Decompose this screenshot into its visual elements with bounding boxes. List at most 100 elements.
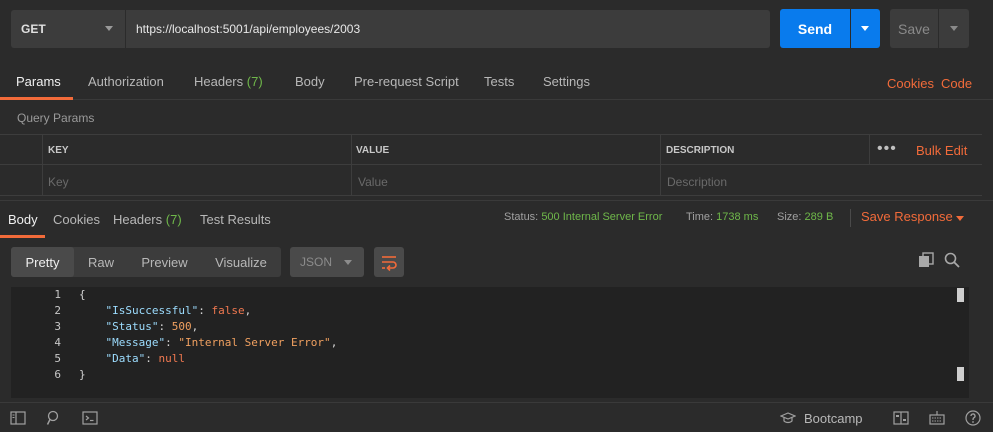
- code-line: 4 "Message": "Internal Server Error",: [11, 335, 969, 351]
- bootcamp-icon: [780, 412, 796, 424]
- console-icon[interactable]: [82, 410, 98, 426]
- code-line: 1 {: [11, 287, 969, 303]
- divider: [850, 209, 851, 227]
- find-icon[interactable]: [46, 410, 62, 426]
- two-pane-view-icon[interactable]: [893, 410, 909, 426]
- bootcamp-link[interactable]: Bootcamp: [804, 411, 863, 426]
- description-column-header: DESCRIPTION: [666, 145, 735, 156]
- chevron-down-icon: [105, 26, 113, 31]
- keyboard-shortcuts-icon[interactable]: [929, 410, 945, 426]
- tab-settings[interactable]: Settings: [543, 74, 590, 89]
- tab-tests[interactable]: Tests: [484, 74, 514, 89]
- code-text: }: [79, 368, 86, 381]
- view-tab-preview[interactable]: Preview: [128, 247, 201, 277]
- description-input[interactable]: Description: [667, 175, 727, 189]
- view-tab-visualize[interactable]: Visualize: [201, 247, 281, 277]
- active-response-tab-indicator: [0, 235, 45, 238]
- method-select[interactable]: GET: [11, 10, 125, 48]
- response-body-editor[interactable]: 1 { 2 "IsSuccessful": false, 3 "Status":…: [11, 287, 969, 398]
- wrap-lines-icon: [382, 256, 397, 272]
- url-input[interactable]: https://localhost:5001/api/employees/200…: [126, 10, 770, 48]
- format-select[interactable]: JSON: [290, 247, 364, 277]
- line-number: 5: [54, 352, 61, 365]
- tab-headers-count: (7): [246, 74, 263, 89]
- save-button[interactable]: Save: [890, 9, 938, 48]
- tab-pre-request-script[interactable]: Pre-request Script: [354, 74, 459, 89]
- status-value: 500 Internal Server Error: [541, 211, 663, 223]
- column-divider: [42, 135, 43, 196]
- cookies-link[interactable]: Cookies: [887, 76, 934, 91]
- column-divider: [869, 135, 870, 165]
- time-readout: Time: 1738 ms: [686, 211, 758, 223]
- request-tabs: Params Authorization Headers (7) Body Pr…: [0, 66, 993, 100]
- method-value: GET: [21, 22, 46, 36]
- active-tab-indicator: [0, 97, 73, 100]
- key-column-header: KEY: [48, 145, 69, 156]
- view-tab-pretty[interactable]: Pretty: [11, 247, 74, 277]
- help-icon[interactable]: [965, 410, 981, 426]
- json-key: "Status": [105, 320, 159, 333]
- value-column-header: VALUE: [356, 145, 390, 156]
- line-number: 1: [54, 288, 61, 301]
- chevron-down-icon[interactable]: [956, 216, 964, 221]
- save-response-button[interactable]: Save Response: [861, 209, 953, 224]
- json-value: 500: [171, 320, 192, 333]
- search-icon[interactable]: [944, 252, 960, 268]
- tab-authorization[interactable]: Authorization: [88, 74, 164, 89]
- send-options-button[interactable]: [851, 9, 880, 48]
- status-label: Status:: [504, 211, 539, 223]
- status-readout: Status: 500 Internal Server Error: [504, 211, 662, 223]
- chevron-down-icon: [344, 260, 352, 265]
- query-params-table: KEY VALUE DESCRIPTION ••• Bulk Edit Key …: [0, 134, 982, 196]
- bulk-edit-link[interactable]: Bulk Edit: [916, 143, 967, 158]
- scrollbar-marker[interactable]: [957, 367, 964, 381]
- url-value: https://localhost:5001/api/employees/200…: [136, 22, 361, 36]
- code-text: {: [79, 288, 86, 301]
- column-divider: [660, 135, 661, 196]
- sidebar-toggle-icon[interactable]: [10, 410, 26, 426]
- json-punct: ,: [244, 304, 252, 317]
- json-value: false: [211, 304, 245, 317]
- request-bar: GET https://localhost:5001/api/employees…: [0, 0, 993, 58]
- copy-icon[interactable]: [918, 252, 934, 268]
- view-mode-tabs: Pretty Raw Preview Visualize: [11, 247, 281, 277]
- response-tab-cookies[interactable]: Cookies: [53, 212, 100, 227]
- json-key: "Data": [105, 352, 146, 365]
- response-bar: Body Cookies Headers (7) Test Results St…: [0, 200, 993, 238]
- tab-headers[interactable]: Headers (7): [194, 74, 263, 89]
- json-value: "Internal Server Error": [178, 336, 331, 349]
- tab-params[interactable]: Params: [16, 74, 61, 89]
- tab-body[interactable]: Body: [295, 74, 325, 89]
- query-params-header-row: [0, 135, 982, 165]
- line-number: 4: [54, 336, 61, 349]
- json-key: "IsSuccessful": [105, 304, 199, 317]
- json-punct: ,: [330, 336, 338, 349]
- save-options-button[interactable]: [939, 9, 969, 48]
- size-label: Size:: [777, 211, 802, 223]
- value-input[interactable]: Value: [358, 175, 388, 189]
- line-number: 3: [54, 320, 61, 333]
- column-divider: [351, 135, 352, 196]
- response-tab-body[interactable]: Body: [8, 212, 38, 227]
- response-tab-headers[interactable]: Headers (7): [113, 212, 182, 227]
- more-options-icon[interactable]: •••: [877, 140, 897, 158]
- line-number: 2: [54, 304, 61, 317]
- query-params-title: Query Params: [17, 111, 95, 125]
- scrollbar-marker[interactable]: [957, 288, 964, 302]
- time-label: Time:: [686, 211, 714, 223]
- response-tab-test-results[interactable]: Test Results: [200, 212, 271, 227]
- code-text: "Data": null: [105, 352, 186, 365]
- response-tab-headers-label: Headers: [113, 212, 163, 227]
- code-line: 3 "Status": 500,: [11, 319, 969, 335]
- view-tab-raw[interactable]: Raw: [74, 247, 128, 277]
- code-link[interactable]: Code: [941, 76, 972, 91]
- response-tab-headers-count: (7): [165, 212, 182, 227]
- size-value: 289 B: [804, 211, 834, 223]
- wrap-lines-button[interactable]: [374, 247, 404, 277]
- key-input[interactable]: Key: [48, 175, 69, 189]
- format-value: JSON: [300, 255, 333, 269]
- code-text: "Status": 500,: [105, 320, 199, 333]
- send-button[interactable]: Send: [780, 9, 850, 48]
- time-value: 1738 ms: [716, 211, 759, 223]
- size-readout: Size: 289 B: [777, 211, 833, 223]
